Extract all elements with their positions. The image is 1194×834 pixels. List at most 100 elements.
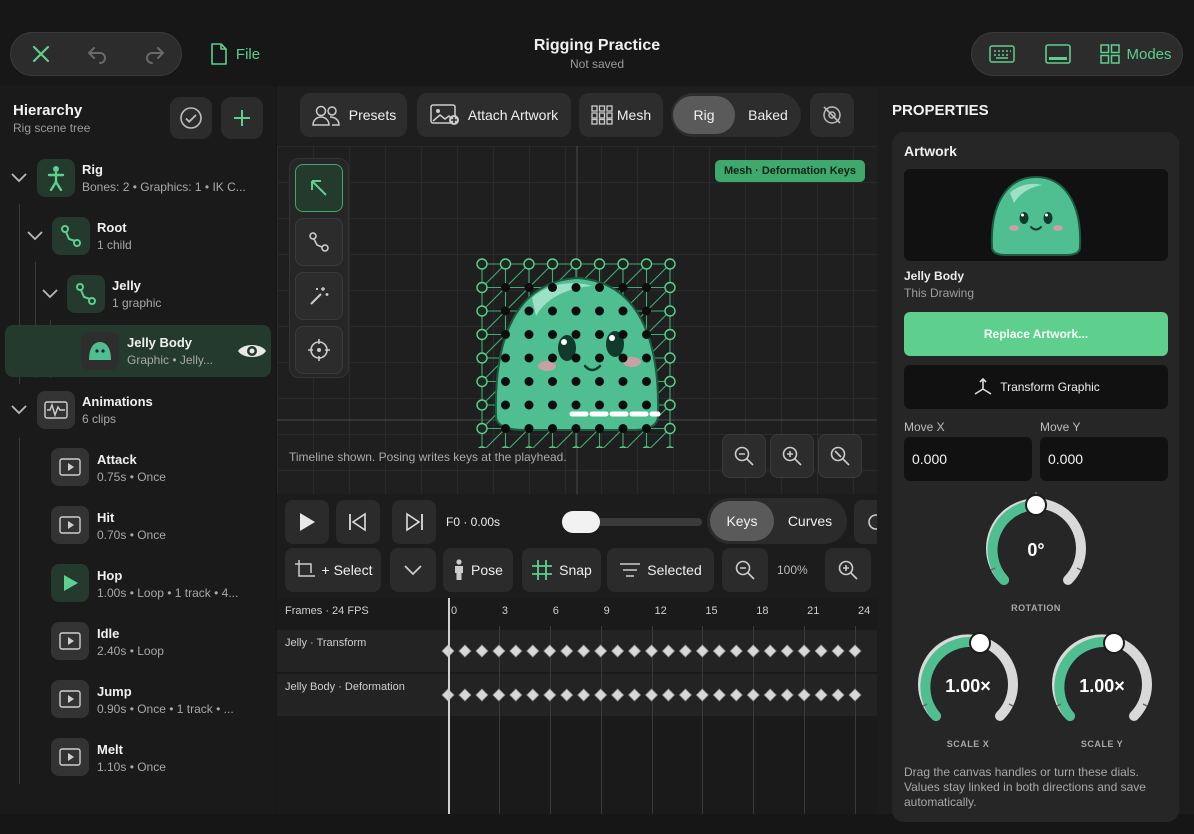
mesh-vertex[interactable] bbox=[548, 283, 557, 292]
mesh-vertex[interactable] bbox=[476, 328, 488, 341]
mesh-vertex[interactable] bbox=[476, 422, 488, 435]
mesh-vertex[interactable] bbox=[595, 353, 604, 363]
mesh-vertex[interactable] bbox=[476, 258, 488, 270]
mesh-vertex[interactable] bbox=[523, 258, 535, 270]
keys-tab[interactable]: Keys bbox=[710, 501, 774, 541]
mesh-vertex[interactable] bbox=[664, 422, 676, 435]
mesh-vertex[interactable] bbox=[664, 281, 676, 294]
mesh-vertex[interactable] bbox=[595, 400, 604, 410]
mesh-vertex[interactable] bbox=[571, 377, 581, 386]
visibility-eye-icon[interactable] bbox=[237, 341, 267, 361]
prev-frame-button[interactable] bbox=[336, 500, 380, 544]
mesh-vertex[interactable] bbox=[548, 330, 557, 339]
mesh-vertex[interactable] bbox=[524, 377, 534, 386]
mesh-vertex[interactable] bbox=[571, 306, 581, 316]
keyframe[interactable] bbox=[661, 688, 676, 702]
keyframe[interactable] bbox=[797, 644, 811, 658]
mesh-vertex[interactable] bbox=[524, 353, 534, 363]
rig-tab[interactable]: Rig bbox=[673, 96, 735, 134]
keyframe[interactable] bbox=[814, 644, 828, 658]
keyframe[interactable] bbox=[797, 688, 811, 702]
confirm-button[interactable] bbox=[170, 97, 212, 139]
keyframe[interactable] bbox=[746, 688, 760, 702]
mesh-vertex[interactable] bbox=[546, 258, 559, 270]
keyframe[interactable] bbox=[509, 644, 523, 658]
replace-artwork-button[interactable]: Replace Artwork... bbox=[904, 312, 1168, 356]
mesh-vertex[interactable] bbox=[571, 424, 581, 433]
add-node-button[interactable] bbox=[221, 97, 263, 139]
mesh-vertex[interactable] bbox=[499, 258, 512, 270]
timeline[interactable]: Frames · 24 FPS 0 3 6 9 12 15 18 21 24 Jelly · T… bbox=[277, 598, 877, 814]
keyframe[interactable] bbox=[780, 644, 794, 658]
mesh-vertex[interactable] bbox=[548, 377, 557, 386]
keyframe[interactable] bbox=[560, 644, 574, 658]
mesh-vertex[interactable] bbox=[501, 424, 510, 433]
attach-artwork-button[interactable]: Attach Artwork bbox=[417, 93, 571, 137]
mesh-vertex[interactable] bbox=[618, 353, 628, 363]
keyframe[interactable] bbox=[746, 644, 760, 658]
mesh-button[interactable]: Mesh bbox=[579, 93, 663, 137]
keyframe[interactable] bbox=[526, 688, 540, 702]
mesh-vertex[interactable] bbox=[476, 281, 488, 294]
mesh-vertex[interactable] bbox=[524, 424, 534, 433]
keyframe[interactable] bbox=[712, 688, 726, 702]
keyframe[interactable] bbox=[848, 688, 862, 702]
mesh-vertex[interactable] bbox=[501, 377, 510, 386]
play-button[interactable] bbox=[285, 500, 329, 544]
mesh-vertex[interactable] bbox=[595, 330, 604, 339]
zoom-fit-button[interactable] bbox=[818, 434, 862, 478]
mesh-vertex[interactable] bbox=[664, 258, 676, 270]
mesh-vertex[interactable] bbox=[618, 446, 628, 448]
mesh-vertex[interactable] bbox=[501, 400, 510, 410]
keyframe[interactable] bbox=[577, 644, 591, 658]
mesh-vertex[interactable] bbox=[617, 258, 629, 270]
mesh-vertex[interactable] bbox=[618, 424, 628, 433]
chevron-down-icon[interactable] bbox=[10, 168, 28, 186]
keyframe[interactable] bbox=[644, 688, 659, 702]
keyframe[interactable] bbox=[661, 644, 676, 658]
mesh-vertex[interactable] bbox=[548, 306, 557, 316]
mesh-vertex[interactable] bbox=[477, 446, 487, 448]
next-frame-button[interactable] bbox=[392, 500, 436, 544]
target-tool-button[interactable] bbox=[295, 326, 343, 374]
mesh-vertex[interactable] bbox=[642, 306, 651, 316]
keyframe[interactable] bbox=[543, 644, 557, 658]
mesh-vertex[interactable] bbox=[571, 330, 581, 339]
mesh-vertex[interactable] bbox=[548, 424, 557, 433]
mesh-vertex[interactable] bbox=[501, 306, 510, 316]
move-y-field[interactable]: 0.000 bbox=[1040, 437, 1168, 481]
transform-graphic-button[interactable]: Transform Graphic bbox=[904, 365, 1168, 409]
mesh-vertex[interactable] bbox=[571, 446, 581, 448]
zoom-in-button[interactable] bbox=[770, 434, 814, 478]
mesh-vertex[interactable] bbox=[642, 330, 651, 339]
mesh-vertex[interactable] bbox=[642, 353, 651, 363]
mesh-vertex[interactable] bbox=[476, 305, 488, 317]
zoom-out-button[interactable] bbox=[722, 434, 766, 478]
mesh-vertex[interactable] bbox=[618, 330, 628, 339]
mesh-vertex[interactable] bbox=[476, 352, 488, 364]
keyframe[interactable] bbox=[695, 688, 709, 702]
mesh-vertex[interactable] bbox=[595, 424, 604, 433]
chevron-down-icon[interactable] bbox=[10, 400, 28, 418]
keyframe[interactable] bbox=[814, 688, 828, 702]
mesh-vertex[interactable] bbox=[501, 330, 510, 339]
mesh-vertex[interactable] bbox=[501, 353, 510, 363]
keyframe[interactable] bbox=[594, 688, 608, 702]
mesh-vertex[interactable] bbox=[501, 283, 510, 292]
keyframe[interactable] bbox=[594, 644, 608, 658]
mesh-vertex[interactable] bbox=[664, 375, 676, 388]
mesh-vertex[interactable] bbox=[618, 306, 628, 316]
mesh-vertex[interactable] bbox=[595, 306, 604, 316]
panel-toggle-button[interactable] bbox=[1034, 33, 1082, 75]
mesh-vertex[interactable] bbox=[570, 258, 582, 270]
keyframe[interactable] bbox=[848, 644, 862, 658]
mesh-vertex[interactable] bbox=[618, 283, 628, 292]
tree-node-jelly-body[interactable]: Jelly Body Graphic • Jelly... bbox=[5, 325, 271, 377]
keyframe[interactable] bbox=[509, 688, 523, 702]
mesh-vertex[interactable] bbox=[665, 446, 675, 448]
keyframe[interactable] bbox=[458, 688, 472, 702]
chevron-down-icon[interactable] bbox=[41, 284, 59, 302]
keyframe[interactable] bbox=[611, 644, 625, 658]
keyframe[interactable] bbox=[458, 644, 472, 658]
presets-button[interactable]: Presets bbox=[300, 93, 407, 137]
